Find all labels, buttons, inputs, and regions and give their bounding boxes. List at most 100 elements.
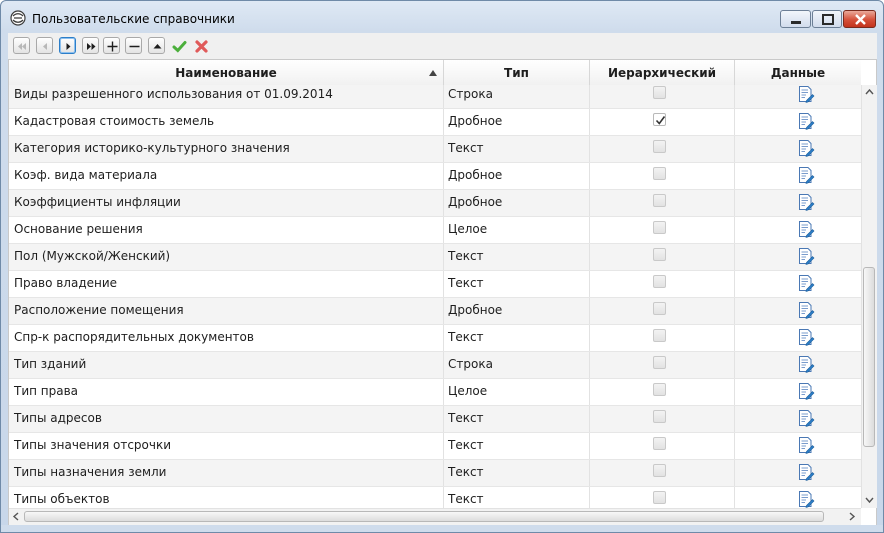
table-row[interactable]: Коэффициенты инфляции Дробное — [9, 190, 861, 217]
edit-document-icon[interactable] — [797, 274, 815, 292]
row-data-cell — [735, 487, 861, 508]
edit-document-icon[interactable] — [797, 382, 815, 400]
table-row[interactable]: Виды разрешенного использования от 01.09… — [9, 85, 861, 109]
hierarchical-checkbox[interactable] — [653, 383, 666, 396]
hierarchical-checkbox[interactable] — [653, 86, 666, 99]
scroll-down-icon[interactable] — [864, 495, 875, 505]
row-name-cell: Пол (Мужской/Женский) — [9, 244, 444, 270]
move-up-button[interactable] — [148, 37, 165, 54]
hierarchical-checkbox[interactable] — [653, 248, 666, 261]
horizontal-scroll-thumb[interactable] — [24, 511, 824, 522]
prev-record-button[interactable] — [36, 37, 53, 54]
hierarchical-checkbox[interactable] — [653, 464, 666, 477]
row-hierarchical-cell — [590, 487, 735, 508]
scroll-left-icon[interactable] — [11, 511, 21, 522]
minimize-button[interactable] — [780, 10, 811, 28]
column-header-data[interactable]: Данные — [735, 60, 861, 85]
row-data-cell — [735, 109, 861, 135]
hierarchical-checkbox[interactable] — [653, 329, 666, 342]
row-type-cell: Целое — [444, 379, 590, 405]
next-record-icon — [66, 43, 71, 50]
edit-document-icon[interactable] — [797, 220, 815, 238]
table-row[interactable]: Пол (Мужской/Женский) Текст — [9, 244, 861, 271]
table-row[interactable]: Типы назначения земли Текст — [9, 460, 861, 487]
hierarchical-checkbox[interactable] — [653, 491, 666, 504]
edit-document-icon[interactable] — [797, 85, 815, 103]
hierarchical-checkbox[interactable] — [653, 302, 666, 315]
last-record-button[interactable] — [82, 37, 99, 54]
table-row[interactable]: Типы объектов Текст — [9, 487, 861, 508]
scroll-up-icon[interactable] — [864, 87, 875, 97]
row-data-cell — [735, 325, 861, 351]
hierarchical-checkbox[interactable] — [653, 140, 666, 153]
table-row[interactable]: Спр-к распорядительных документов Текст — [9, 325, 861, 352]
edit-document-icon[interactable] — [797, 490, 815, 508]
edit-document-icon[interactable] — [797, 166, 815, 184]
title-bar: Пользовательские справочники — [1, 1, 883, 33]
row-data-cell — [735, 190, 861, 216]
edit-document-icon[interactable] — [797, 328, 815, 346]
window-title: Пользовательские справочники — [32, 12, 235, 26]
table-row[interactable]: Типы адресов Текст — [9, 406, 861, 433]
edit-document-icon[interactable] — [797, 436, 815, 454]
table-row[interactable]: Тип права Целое — [9, 379, 861, 406]
close-button[interactable] — [843, 10, 876, 28]
cancel-button[interactable] — [192, 37, 209, 54]
next-record-button[interactable] — [59, 37, 76, 54]
hierarchical-checkbox[interactable] — [653, 356, 666, 369]
add-record-button[interactable] — [103, 37, 120, 54]
maximize-button[interactable] — [812, 10, 842, 28]
table-row[interactable]: Расположение помещения Дробное — [9, 298, 861, 325]
table-row[interactable]: Право владение Текст — [9, 271, 861, 298]
maximize-icon — [822, 14, 834, 25]
row-hierarchical-cell — [590, 136, 735, 162]
first-record-button[interactable] — [13, 37, 30, 54]
edit-document-icon[interactable] — [797, 463, 815, 481]
column-header-type[interactable]: Тип — [444, 60, 590, 85]
table-row[interactable]: Тип зданий Строка — [9, 352, 861, 379]
edit-document-icon[interactable] — [797, 139, 815, 157]
confirm-button[interactable] — [170, 37, 187, 54]
column-header-name[interactable]: Наименование — [9, 60, 444, 85]
scroll-right-icon[interactable] — [847, 511, 857, 522]
hierarchical-checkbox[interactable] — [653, 410, 666, 423]
row-name-cell: Коэф. вида материала — [9, 163, 444, 189]
hierarchical-checkbox[interactable] — [653, 194, 666, 207]
column-header-data-label: Данные — [770, 66, 826, 80]
remove-record-button[interactable] — [125, 37, 142, 54]
row-hierarchical-cell — [590, 406, 735, 432]
row-data-cell — [735, 379, 861, 405]
table-row[interactable]: Кадастровая стоимость земель Дробное — [9, 109, 861, 136]
row-hierarchical-cell — [590, 379, 735, 405]
vertical-scroll-thumb[interactable] — [863, 267, 875, 447]
edit-document-icon[interactable] — [797, 301, 815, 319]
hierarchical-checkbox[interactable] — [653, 113, 666, 126]
add-icon — [107, 41, 118, 52]
table-row[interactable]: Категория историко-культурного значения Т… — [9, 136, 861, 163]
table-row[interactable]: Основание решения Целое — [9, 217, 861, 244]
checkmark-icon — [655, 116, 666, 125]
vertical-scrollbar[interactable] — [861, 85, 877, 508]
row-data-cell — [735, 433, 861, 459]
row-name-cell: Типы назначения земли — [9, 460, 444, 486]
hierarchical-checkbox[interactable] — [653, 167, 666, 180]
table-row[interactable]: Коэф. вида материала Дробное — [9, 163, 861, 190]
edit-document-icon[interactable] — [797, 112, 815, 130]
edit-document-icon[interactable] — [797, 247, 815, 265]
row-hierarchical-cell — [590, 85, 735, 108]
edit-document-icon[interactable] — [797, 193, 815, 211]
hierarchical-checkbox[interactable] — [653, 437, 666, 450]
confirm-icon — [172, 41, 187, 53]
row-hierarchical-cell — [590, 271, 735, 297]
table-row[interactable]: Типы значения отсрочки Текст — [9, 433, 861, 460]
row-type-cell: Целое — [444, 217, 590, 243]
edit-document-icon[interactable] — [797, 355, 815, 373]
row-name-cell: Основание решения — [9, 217, 444, 243]
hierarchical-checkbox[interactable] — [653, 221, 666, 234]
row-hierarchical-cell — [590, 109, 735, 135]
horizontal-scrollbar[interactable] — [9, 508, 861, 525]
hierarchical-checkbox[interactable] — [653, 275, 666, 288]
column-header-hierarchical[interactable]: Иерархический — [590, 60, 735, 85]
app-icon — [10, 10, 26, 26]
edit-document-icon[interactable] — [797, 409, 815, 427]
